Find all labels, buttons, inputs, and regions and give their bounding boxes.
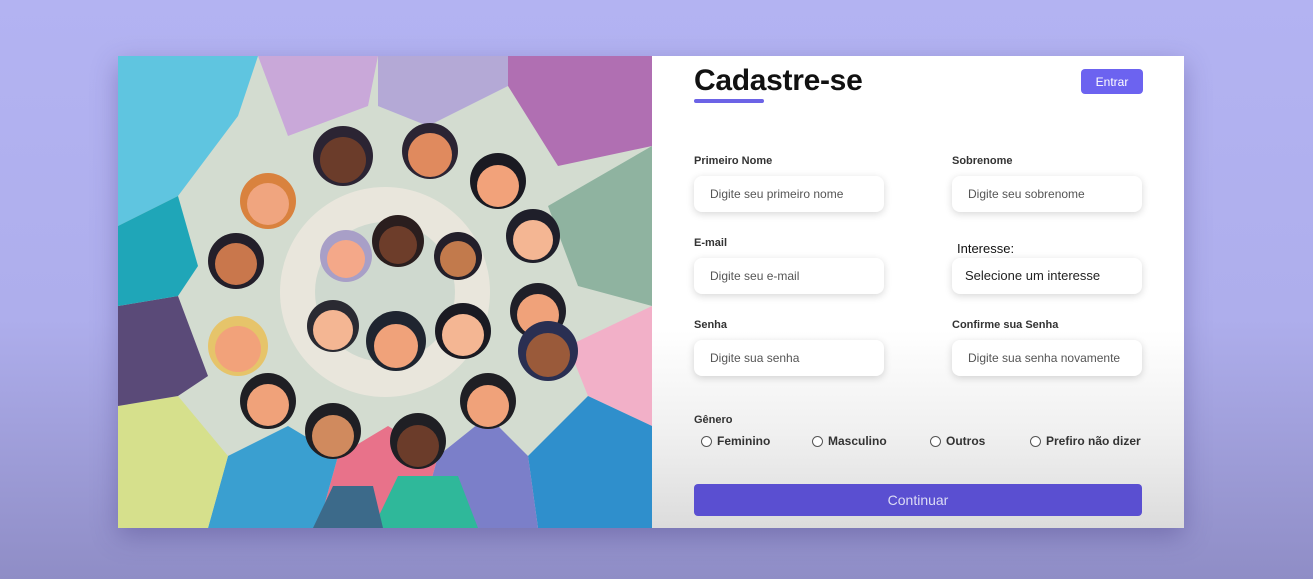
- last-name-field: Sobrenome: [952, 155, 1142, 212]
- last-name-input[interactable]: [952, 176, 1142, 212]
- login-button[interactable]: Entrar: [1081, 69, 1143, 94]
- first-name-input[interactable]: [694, 176, 884, 212]
- radio-button[interactable]: [1030, 435, 1041, 447]
- password-label: Senha: [694, 319, 728, 331]
- confirm-password-field: Confirme sua Senha: [952, 319, 1142, 376]
- interest-label: Interesse:: [957, 241, 1015, 256]
- interest-field: Interesse: Selecione um interesse: [952, 241, 1142, 294]
- password-input[interactable]: [694, 340, 884, 376]
- group-of-people-image: [118, 56, 652, 528]
- gender-option-label: Prefiro não dizer: [1046, 434, 1141, 448]
- gender-option-label: Feminino: [717, 434, 771, 448]
- signup-card: Cadastre-se Entrar Primeiro Nome Sobreno…: [118, 56, 1184, 528]
- gender-option-prefiro-nao-dizer[interactable]: Prefiro não dizer: [1030, 434, 1141, 448]
- radio-button[interactable]: [930, 435, 941, 447]
- people-illustration: [118, 56, 652, 528]
- gender-label: Gênero: [694, 414, 733, 426]
- page-title: Cadastre-se: [694, 64, 863, 97]
- email-input[interactable]: [694, 258, 884, 294]
- radio-button[interactable]: [701, 435, 712, 447]
- email-field: E-mail: [694, 237, 884, 294]
- confirm-password-input[interactable]: [952, 340, 1142, 376]
- gender-option-label: Masculino: [828, 434, 887, 448]
- last-name-label: Sobrenome: [952, 155, 1013, 167]
- first-name-field: Primeiro Nome: [694, 155, 884, 212]
- gender-option-label: Outros: [946, 434, 986, 448]
- first-name-label: Primeiro Nome: [694, 155, 773, 167]
- password-field: Senha: [694, 319, 884, 376]
- email-label: E-mail: [694, 237, 728, 249]
- signup-form: Cadastre-se Entrar Primeiro Nome Sobreno…: [652, 56, 1184, 528]
- interest-select[interactable]: Selecione um interesse: [952, 258, 1142, 294]
- gender-option-masculino[interactable]: Masculino: [812, 434, 887, 448]
- continue-button[interactable]: Continuar: [694, 484, 1142, 516]
- title-underline: [694, 99, 764, 103]
- gender-option-outros[interactable]: Outros: [930, 434, 985, 448]
- gender-option-feminino[interactable]: Feminino: [701, 434, 770, 448]
- radio-button[interactable]: [812, 435, 823, 447]
- confirm-password-label: Confirme sua Senha: [952, 319, 1059, 331]
